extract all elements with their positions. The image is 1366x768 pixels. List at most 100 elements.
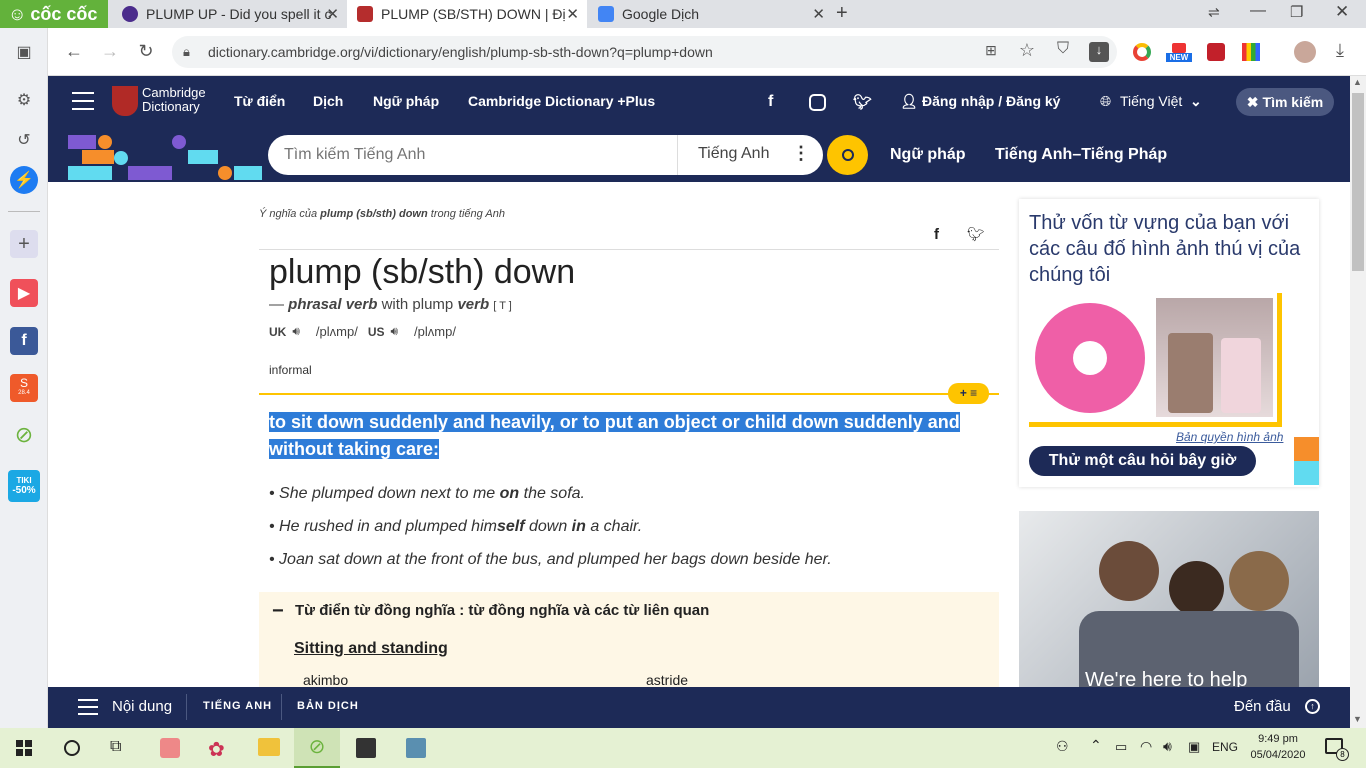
banner-ad-image[interactable]: We're here to help	[1019, 511, 1319, 687]
scroll-down-icon[interactable]: ▼	[1353, 714, 1362, 724]
new-ext-icon[interactable]: NEW	[1166, 43, 1192, 67]
twitter-icon[interactable]: 🐦︎	[853, 93, 872, 111]
add-to-list-button[interactable]: + ≡	[948, 383, 989, 404]
english-french-link[interactable]: Tiếng Anh–Tiếng Pháp	[995, 146, 1167, 164]
close-tab-icon[interactable]: ✕	[812, 5, 825, 23]
back-to-top-button[interactable]: Đến đầu	[1234, 698, 1291, 715]
url-text[interactable]: dictionary.cambridge.org/vi/dictionary/e…	[208, 44, 713, 60]
banner-text: We're here to help	[1085, 669, 1248, 687]
thesaurus-group-link[interactable]: Sitting and standing	[294, 640, 448, 658]
milkshake-image[interactable]	[1156, 298, 1273, 417]
close-window-icon[interactable]: ✕	[1335, 2, 1349, 22]
more-options-icon[interactable]: ⋮	[792, 143, 810, 164]
instagram-icon[interactable]	[809, 94, 826, 111]
nav-grammar[interactable]: Ngữ pháp	[373, 93, 439, 109]
file-explorer-icon[interactable]	[258, 738, 280, 756]
search-toggle-button[interactable]: ✖ Tìm kiếm	[1236, 88, 1334, 116]
close-tab-icon[interactable]: ✕	[566, 5, 579, 23]
language-select[interactable]: Tiếng Việt	[1120, 93, 1182, 109]
battery-icon[interactable]: ▭	[1115, 739, 1127, 755]
messenger-icon[interactable]: ⚡	[10, 166, 38, 194]
example-text: a chair.	[585, 518, 643, 535]
sticky-notes-icon[interactable]	[356, 738, 376, 758]
chrome-ext-icon[interactable]	[1133, 43, 1151, 61]
login-link[interactable]: Đăng nhập / Đăng ký	[922, 93, 1060, 109]
reload-icon[interactable]: ↻	[134, 41, 158, 62]
search-button[interactable]	[827, 135, 868, 175]
history-icon[interactable]: ↺	[10, 126, 38, 154]
share-facebook-icon[interactable]: f	[934, 226, 939, 243]
speaker-icon[interactable]: 🔊︎	[390, 324, 398, 339]
collapse-icon[interactable]: −	[272, 600, 284, 623]
color-ext-icon[interactable]	[1242, 43, 1260, 61]
speaker-icon[interactable]: 🔊︎	[292, 324, 300, 339]
tiki-icon[interactable]: TIKI -50%	[8, 470, 40, 502]
scrollbar-thumb[interactable]	[1352, 93, 1364, 271]
coccoc-app-icon[interactable]: ⊘	[10, 421, 38, 449]
paint-icon[interactable]: ✿	[208, 737, 225, 762]
search-input[interactable]	[284, 143, 664, 167]
task-view-icon[interactable]: ⧉	[110, 738, 121, 756]
tab-google-translate[interactable]: Google Dịch ✕	[588, 0, 833, 28]
youtube-icon[interactable]: ▶	[10, 279, 38, 307]
thesaurus-title[interactable]: Từ điển từ đồng nghĩa : từ đồng nghĩa và…	[295, 602, 709, 619]
app-icon[interactable]	[406, 738, 426, 758]
search-language-select[interactable]: Tiếng Anh	[698, 145, 769, 163]
avatar[interactable]	[1294, 41, 1316, 63]
download-icon[interactable]: ⤓	[1328, 40, 1352, 61]
wifi-icon[interactable]: ◠	[1140, 738, 1152, 755]
new-tab-icon[interactable]: +	[836, 2, 848, 25]
scroll-up-icon[interactable]: ▲	[1353, 77, 1362, 87]
menu-icon[interactable]	[78, 699, 98, 715]
shopee-icon[interactable]: S 28.4	[10, 374, 38, 402]
bookmark-star-icon[interactable]: ☆	[1015, 40, 1039, 61]
volume-icon[interactable]: 🔊︎	[1163, 738, 1172, 755]
tab-plump-up[interactable]: PLUMP UP - Did you spell it c ✕	[112, 0, 347, 28]
add-app-icon[interactable]: +	[10, 230, 38, 258]
facebook-icon[interactable]: f	[10, 327, 38, 355]
nav-plus[interactable]: Cambridge Dictionary +Plus	[468, 93, 655, 109]
close-tab-icon[interactable]: ✕	[326, 5, 339, 23]
display-icon[interactable]: ▣	[1188, 739, 1200, 755]
nav-dictionary[interactable]: Từ điển	[234, 93, 285, 109]
tab-list-icon[interactable]: ⇌	[1208, 4, 1220, 21]
tab-plump-down[interactable]: PLUMP (SB/STH) DOWN | Địn ✕	[347, 0, 587, 28]
sidebar-toggle-icon[interactable]: ▣	[10, 38, 38, 66]
settings-icon[interactable]: ⚙	[10, 86, 38, 114]
clock[interactable]: 9:49 pm 05/04/2020	[1250, 731, 1306, 763]
coccoc-taskbar-item[interactable]: ⊘	[294, 728, 340, 768]
lock-icon[interactable]: 🔒︎	[183, 44, 190, 60]
tab-english[interactable]: TIẾNG ANH	[203, 700, 272, 712]
app-icon[interactable]	[160, 738, 180, 758]
site-logo[interactable]: Cambridge Dictionary	[142, 86, 206, 114]
maximize-icon[interactable]: ❐	[1290, 3, 1303, 21]
people-icon[interactable]: ⚇	[1056, 738, 1069, 755]
arrow-up-icon[interactable]: ↑	[1305, 699, 1320, 714]
hamburger-icon[interactable]	[72, 92, 94, 110]
share-twitter-icon[interactable]: 🐦︎	[967, 226, 985, 243]
nav-translate[interactable]: Dịch	[313, 93, 343, 109]
coccoc-menu-button[interactable]: ☺ cốc cốc	[0, 0, 108, 28]
windows-start-icon[interactable]	[16, 740, 32, 756]
quiz-button[interactable]: Thử một câu hỏi bây giờ	[1029, 446, 1256, 476]
shield-icon[interactable]: ⛉	[1051, 40, 1075, 58]
back-icon[interactable]: ←	[62, 41, 86, 62]
headword: plump (sb/sth) down	[269, 253, 576, 291]
chevron-down-icon[interactable]: ⌄	[1190, 93, 1202, 110]
red-ext-icon[interactable]	[1207, 43, 1225, 61]
download-page-icon[interactable]: ↓	[1089, 42, 1109, 62]
forward-icon[interactable]: →	[98, 41, 122, 62]
contents-button[interactable]: Nội dung	[112, 698, 172, 715]
example-item: • He rushed in and plumped himself down …	[269, 518, 643, 535]
copyright-link[interactable]: Bản quyền hình ảnh	[1176, 430, 1283, 444]
cambridge-crest-icon[interactable]	[112, 86, 138, 116]
translate-icon[interactable]: ⊞	[979, 42, 1003, 59]
show-hidden-icon[interactable]: ⌃	[1090, 737, 1102, 754]
minimize-icon[interactable]: —	[1250, 2, 1266, 20]
grammar-link[interactable]: Ngữ pháp	[890, 146, 966, 164]
tab-translation[interactable]: BẢN DỊCH	[297, 700, 359, 712]
donut-image[interactable]	[1031, 296, 1149, 420]
language-indicator[interactable]: ENG	[1212, 740, 1238, 754]
search-icon[interactable]	[64, 740, 80, 756]
facebook-icon[interactable]: f	[768, 93, 773, 111]
